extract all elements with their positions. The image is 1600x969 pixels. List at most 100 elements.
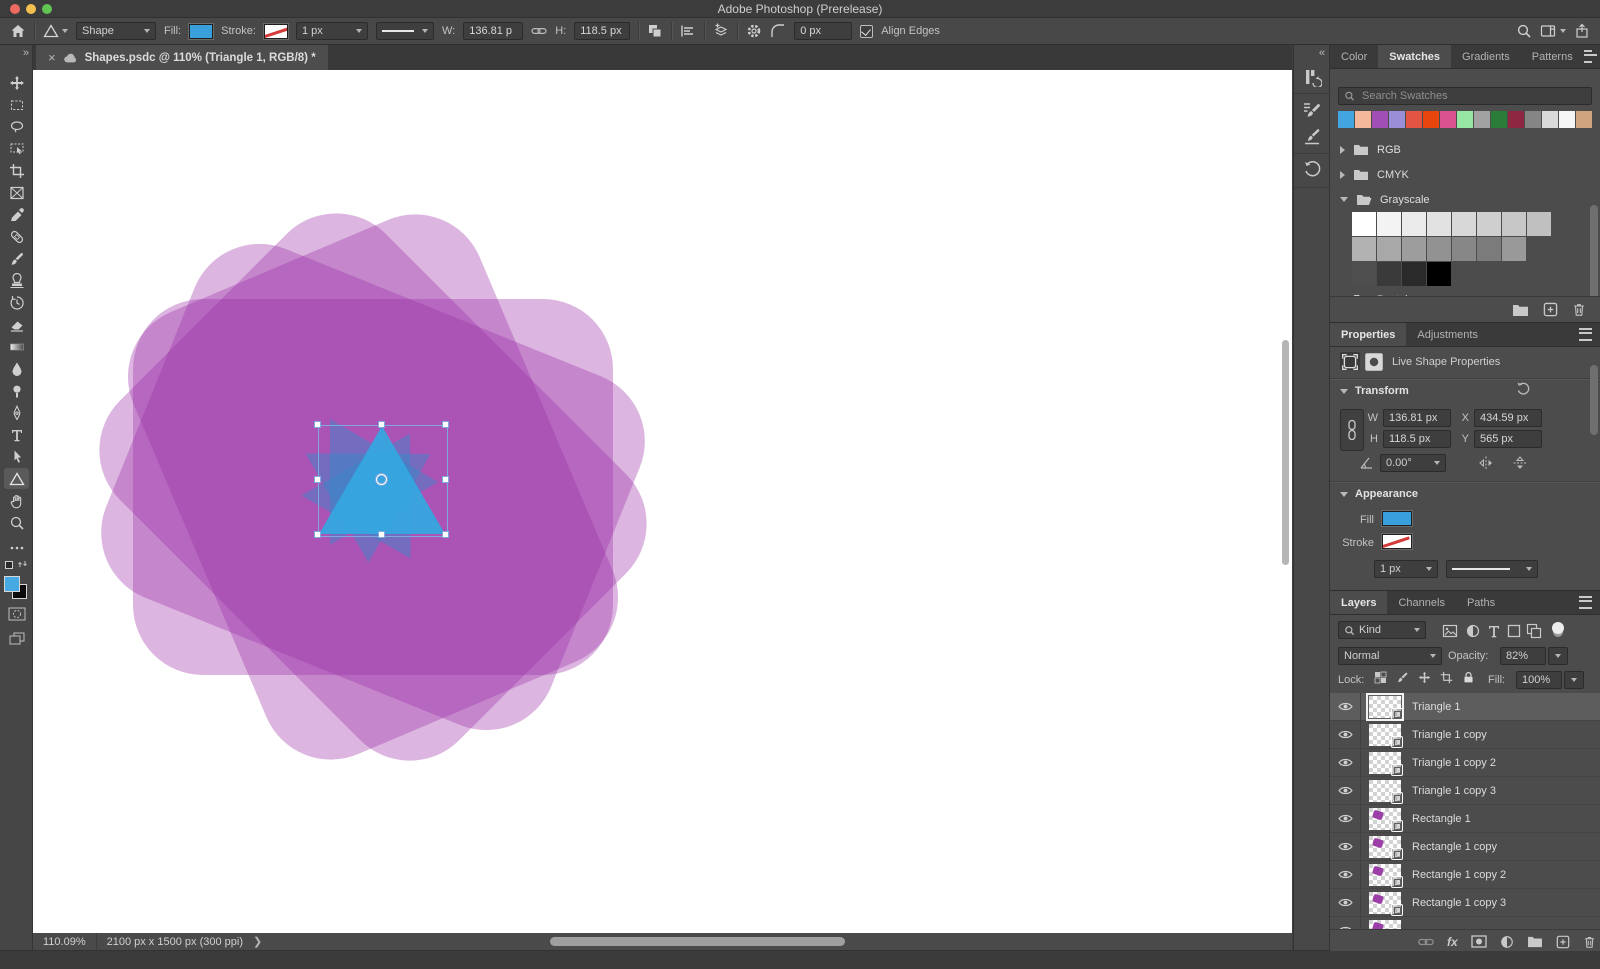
add-mask-icon[interactable] [1471, 935, 1487, 948]
layer-visibility-toggle[interactable] [1330, 861, 1361, 888]
canvas-vertical-scrollbar[interactable] [1282, 340, 1289, 565]
pen-tool[interactable] [4, 402, 29, 423]
color-swatch[interactable] [1527, 212, 1551, 236]
layer-row[interactable]: Rectangle 1 [1330, 805, 1600, 833]
color-swatch[interactable] [1477, 212, 1501, 236]
spot-healing-brush-tool[interactable] [4, 226, 29, 247]
panel-menu-icon[interactable] [1584, 50, 1592, 63]
color-swatch[interactable] [1427, 212, 1451, 236]
filter-smart-objects-icon[interactable] [1526, 623, 1542, 639]
layer-filter-kind-select[interactable]: Kind [1338, 621, 1426, 639]
new-layer-icon[interactable] [1556, 935, 1570, 949]
color-swatch[interactable] [1377, 212, 1401, 236]
layer-thumbnail[interactable] [1369, 724, 1401, 746]
flip-vertical-icon[interactable] [1512, 455, 1528, 471]
width-input[interactable]: 136.81 p [463, 22, 523, 40]
transform-handle[interactable] [314, 531, 321, 538]
tab-channels[interactable]: Channels [1387, 591, 1455, 614]
y-field[interactable]: 565 px [1474, 430, 1542, 448]
path-operations-icon[interactable] [647, 23, 663, 39]
layer-visibility-toggle[interactable] [1330, 693, 1361, 720]
color-swatch[interactable] [1402, 262, 1426, 286]
layer-thumbnail[interactable] [1369, 780, 1401, 802]
layer-name[interactable]: Triangle 1 copy 3 [1412, 785, 1496, 797]
lock-transparent-icon[interactable] [1374, 671, 1387, 684]
color-swatch[interactable] [1474, 111, 1490, 128]
filter-pixel-layers-icon[interactable] [1442, 623, 1458, 639]
swatch-search-box[interactable] [1338, 87, 1592, 105]
color-swatch[interactable] [1457, 111, 1473, 128]
link-dimensions-icon[interactable] [531, 23, 547, 39]
layer-thumbnail[interactable] [1369, 892, 1401, 914]
properties-scrollbar[interactable] [1590, 365, 1598, 435]
tab-gradients[interactable]: Gradients [1451, 45, 1521, 68]
color-swatch[interactable] [1502, 212, 1526, 236]
height-field[interactable]: 118.5 px [1383, 430, 1451, 448]
appearance-section-header[interactable]: Appearance [1340, 488, 1418, 500]
color-swatch[interactable] [1372, 111, 1388, 128]
swatch-group-cmyk[interactable]: CMYK [1330, 162, 1600, 187]
stroke-swatch-button[interactable] [264, 24, 288, 39]
layer-visibility-toggle[interactable] [1330, 889, 1361, 916]
hand-tool[interactable] [4, 490, 29, 511]
triangle-shape-tool[interactable] [4, 468, 29, 489]
dodge-tool[interactable] [4, 380, 29, 401]
color-swatch[interactable] [1542, 111, 1558, 128]
brush-settings-panel-icon[interactable] [1302, 100, 1322, 120]
new-group-icon[interactable] [1512, 303, 1529, 317]
transform-handle[interactable] [378, 531, 385, 538]
shape-settings-gear-icon[interactable] [746, 23, 762, 39]
layer-row[interactable]: Triangle 1 copy 3 [1330, 777, 1600, 805]
swatches-scrollbar[interactable] [1590, 205, 1598, 300]
dock-collapse-icon[interactable]: « [1319, 47, 1324, 59]
layer-thumbnail[interactable] [1369, 836, 1401, 858]
transform-handle[interactable] [442, 531, 449, 538]
opacity-dropdown-icon[interactable] [1548, 647, 1568, 665]
layer-row[interactable]: Triangle 1 [1330, 693, 1600, 721]
path-selection-tool[interactable] [4, 446, 29, 467]
flip-horizontal-icon[interactable] [1478, 455, 1494, 471]
crop-tool[interactable] [4, 160, 29, 181]
color-swatch[interactable] [1452, 212, 1476, 236]
live-shape-icon[interactable] [1340, 352, 1360, 370]
color-swatch[interactable] [1491, 111, 1507, 128]
layer-thumbnail[interactable] [1369, 696, 1401, 718]
color-swatch[interactable] [1377, 237, 1401, 261]
type-tool[interactable] [4, 424, 29, 445]
layer-name[interactable]: Rectangle 1 copy [1412, 841, 1497, 853]
document-tab[interactable]: × Shapes.psdc @ 110% (Triangle 1, RGB/8)… [36, 45, 328, 70]
lock-position-icon[interactable] [1418, 671, 1431, 684]
path-alignment-icon[interactable] [680, 23, 696, 39]
tab-properties[interactable]: Properties [1330, 323, 1406, 346]
stroke-swatch-button[interactable] [1382, 534, 1412, 549]
mask-mode-icon[interactable] [1364, 352, 1384, 370]
filter-adjustment-layers-icon[interactable] [1465, 623, 1481, 639]
filter-type-layers-icon[interactable] [1486, 623, 1502, 639]
reference-point-icon[interactable] [376, 474, 387, 485]
layer-name[interactable]: Triangle 1 [1412, 701, 1461, 713]
tab-patterns[interactable]: Patterns [1521, 45, 1584, 68]
transform-handle[interactable] [378, 421, 385, 428]
tool-preset-picker[interactable] [43, 23, 68, 39]
tab-layers[interactable]: Layers [1330, 591, 1387, 614]
width-field[interactable]: 136.81 px [1383, 409, 1451, 427]
swatch-group-grayscale[interactable]: Grayscale [1330, 187, 1600, 212]
stroke-style-select[interactable] [376, 22, 434, 40]
fill-swatch-button[interactable] [189, 24, 213, 39]
swatch-group-rgb[interactable]: RGB [1330, 137, 1600, 162]
workspace-switcher[interactable] [1540, 23, 1566, 39]
edit-toolbar-icon[interactable] [4, 537, 29, 558]
layer-name[interactable]: Triangle 1 copy [1412, 729, 1487, 741]
share-icon[interactable] [1574, 23, 1590, 39]
move-tool[interactable] [4, 72, 29, 93]
fill-swatch-button[interactable] [1382, 511, 1412, 526]
fill-opacity-select[interactable]: 100% [1516, 671, 1562, 689]
layer-visibility-toggle[interactable] [1330, 721, 1361, 748]
rectangular-marquee-tool[interactable] [4, 94, 29, 115]
color-swatch[interactable] [1427, 262, 1451, 286]
canvas-horizontal-scrollbar[interactable] [550, 937, 845, 946]
color-swatch[interactable] [1525, 111, 1541, 128]
swatch-search-input[interactable] [1360, 89, 1586, 103]
tab-paths[interactable]: Paths [1456, 591, 1506, 614]
layer-row[interactable]: Rectangle 1 copy 3 [1330, 889, 1600, 917]
